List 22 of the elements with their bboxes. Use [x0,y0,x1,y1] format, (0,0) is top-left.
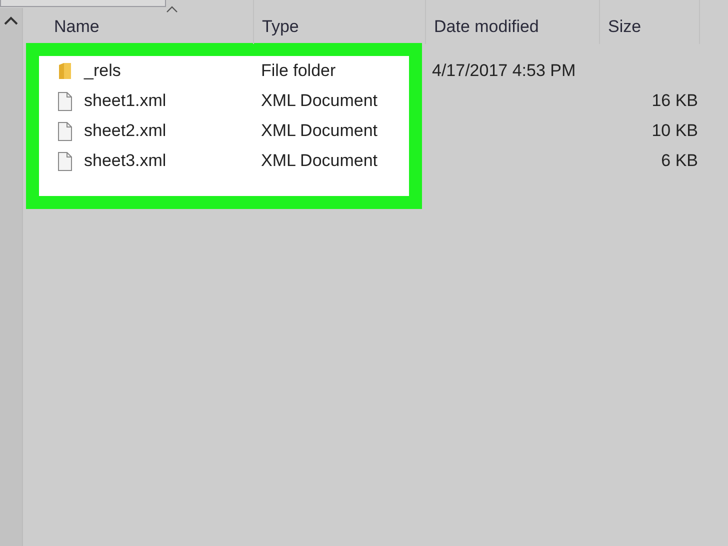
file-type: XML Document [261,151,378,171]
scroll-up-icon[interactable] [4,16,18,25]
file-icon [58,92,72,110]
file-type: XML Document [261,121,378,141]
file-name[interactable]: sheet2.xml [84,121,261,141]
file-size: 6 KB [661,151,698,171]
file-name[interactable]: _rels [84,61,261,81]
file-type: XML Document [261,91,378,111]
column-header[interactable]: Size [608,17,642,37]
file-type: File folder [261,61,336,81]
column-header[interactable]: Name [54,17,100,37]
folder-icon [58,62,72,80]
file-size: 10 KB [652,121,698,141]
file-size: 16 KB [652,91,698,111]
file-name[interactable]: sheet1.xml [84,91,261,111]
file-icon [58,122,72,140]
column-header[interactable]: Date modified [434,17,539,37]
date-modified: 4/17/2017 4:53 PM [432,61,576,81]
file-name[interactable]: sheet3.xml [84,151,261,171]
column-header[interactable]: Type [262,17,299,37]
scrollbar[interactable] [0,8,23,546]
file-icon [58,152,72,170]
